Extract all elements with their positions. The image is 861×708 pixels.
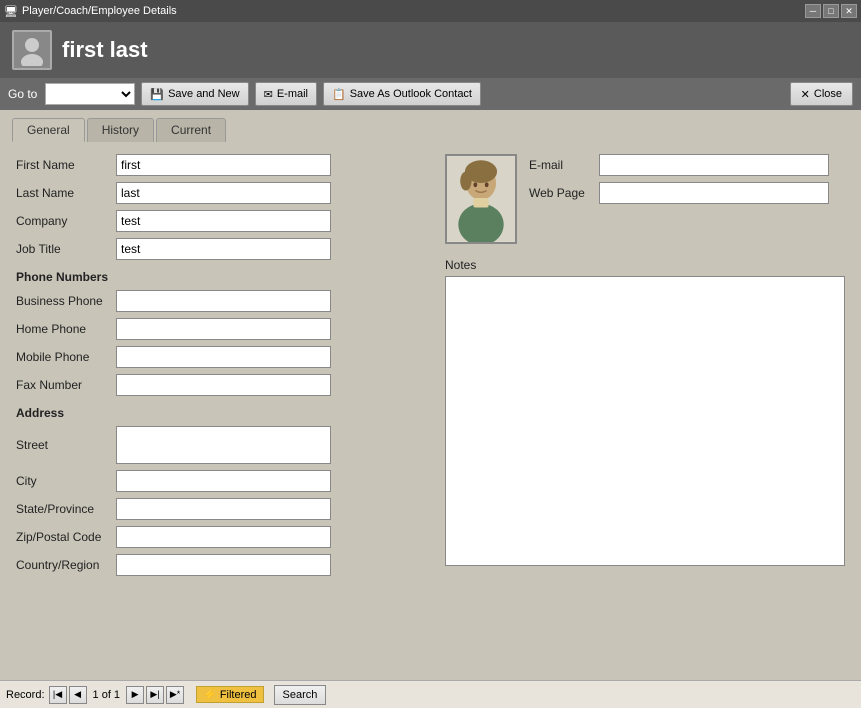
- header-title: first last: [62, 37, 148, 63]
- last-name-label: Last Name: [16, 186, 116, 200]
- webpage-row: Web Page: [529, 182, 829, 204]
- next-record-button[interactable]: ▶: [126, 686, 144, 704]
- state-province-row: State/Province: [16, 498, 429, 520]
- last-name-input[interactable]: [116, 182, 331, 204]
- notes-textarea[interactable]: [445, 276, 845, 566]
- outlook-icon: 📋: [332, 88, 346, 101]
- country-region-input[interactable]: [116, 554, 331, 576]
- right-column: E-mail Web Page Notes: [445, 154, 845, 582]
- maximize-button[interactable]: □: [823, 4, 839, 18]
- goto-label: Go to: [8, 87, 37, 101]
- home-phone-input[interactable]: [116, 318, 331, 340]
- fax-number-label: Fax Number: [16, 378, 116, 392]
- city-label: City: [16, 474, 116, 488]
- title-bar: 🖥 Player/Coach/Employee Details ─ □ ✕: [0, 0, 861, 22]
- street-label: Street: [16, 438, 116, 452]
- home-phone-row: Home Phone: [16, 318, 429, 340]
- mobile-phone-row: Mobile Phone: [16, 346, 429, 368]
- business-phone-label: Business Phone: [16, 294, 116, 308]
- save-icon: 💾: [150, 88, 164, 101]
- save-new-button[interactable]: 💾 Save and New: [141, 82, 248, 106]
- main-content: First Name Last Name Company Job Title P…: [0, 142, 861, 680]
- email-label: E-mail: [529, 158, 599, 172]
- search-button[interactable]: Search: [274, 685, 327, 705]
- app-icon: 🖥: [4, 5, 18, 18]
- first-record-button[interactable]: |◀: [49, 686, 67, 704]
- email-icon: ✉: [264, 88, 273, 101]
- close-button[interactable]: ✕ Close: [790, 82, 853, 106]
- record-position: 1 of 1: [93, 689, 121, 701]
- tab-history[interactable]: History: [87, 118, 154, 142]
- save-outlook-button[interactable]: 📋 Save As Outlook Contact: [323, 82, 481, 106]
- title-bar-controls[interactable]: ─ □ ✕: [805, 4, 857, 18]
- toolbar: Go to 💾 Save and New ✉ E-mail 📋 Save As …: [0, 78, 861, 110]
- zip-code-label: Zip/Postal Code: [16, 530, 116, 544]
- city-input[interactable]: [116, 470, 331, 492]
- email-row: E-mail: [529, 154, 829, 176]
- last-name-row: Last Name: [16, 182, 429, 204]
- country-region-row: Country/Region: [16, 554, 429, 576]
- left-column: First Name Last Name Company Job Title P…: [16, 154, 429, 582]
- form-layout: First Name Last Name Company Job Title P…: [16, 154, 845, 582]
- email-input[interactable]: [599, 154, 829, 176]
- person-header-icon: [16, 34, 48, 66]
- phone-section-header: Phone Numbers: [16, 270, 429, 284]
- business-phone-row: Business Phone: [16, 290, 429, 312]
- job-title-input[interactable]: [116, 238, 331, 260]
- job-title-row: Job Title: [16, 238, 429, 260]
- business-phone-input[interactable]: [116, 290, 331, 312]
- webpage-input[interactable]: [599, 182, 829, 204]
- street-row: Street: [16, 426, 429, 464]
- prev-record-button[interactable]: ◀: [69, 686, 87, 704]
- close-icon: ✕: [801, 88, 810, 101]
- mobile-phone-input[interactable]: [116, 346, 331, 368]
- country-region-label: Country/Region: [16, 558, 116, 572]
- tab-current[interactable]: Current: [156, 118, 226, 142]
- company-input[interactable]: [116, 210, 331, 232]
- right-top: E-mail Web Page: [445, 154, 845, 252]
- notes-label: Notes: [445, 258, 845, 272]
- first-name-label: First Name: [16, 158, 116, 172]
- title-bar-left: 🖥 Player/Coach/Employee Details: [4, 5, 177, 18]
- record-label: Record:: [6, 689, 45, 701]
- first-name-row: First Name: [16, 154, 429, 176]
- street-input[interactable]: [116, 426, 331, 464]
- job-title-label: Job Title: [16, 242, 116, 256]
- last-record-button[interactable]: ▶|: [146, 686, 164, 704]
- home-phone-label: Home Phone: [16, 322, 116, 336]
- company-row: Company: [16, 210, 429, 232]
- city-row: City: [16, 470, 429, 492]
- email-webpage-fields: E-mail Web Page: [529, 154, 829, 252]
- state-province-input[interactable]: [116, 498, 331, 520]
- filtered-badge: ⚡ Filtered: [196, 686, 263, 703]
- new-record-button[interactable]: ▶*: [166, 686, 184, 704]
- email-button[interactable]: ✉ E-mail: [255, 82, 317, 106]
- header-icon: [12, 30, 52, 70]
- fax-number-row: Fax Number: [16, 374, 429, 396]
- mobile-phone-label: Mobile Phone: [16, 350, 116, 364]
- state-province-label: State/Province: [16, 502, 116, 516]
- status-bar: Record: |◀ ◀ 1 of 1 ▶ ▶| ▶* ⚡ Filtered S…: [0, 680, 861, 708]
- tabs-container: General History Current: [0, 110, 861, 142]
- webpage-label: Web Page: [529, 186, 599, 200]
- address-section-header: Address: [16, 406, 429, 420]
- zip-code-input[interactable]: [116, 526, 331, 548]
- company-label: Company: [16, 214, 116, 228]
- fax-number-input[interactable]: [116, 374, 331, 396]
- zip-code-row: Zip/Postal Code: [16, 526, 429, 548]
- contact-photo: [447, 156, 515, 242]
- record-navigation: |◀ ◀ 1 of 1 ▶ ▶| ▶*: [49, 686, 185, 704]
- goto-select[interactable]: [45, 83, 135, 105]
- header: first last: [0, 22, 861, 78]
- close-titlebar-button[interactable]: ✕: [841, 4, 857, 18]
- title-bar-text: Player/Coach/Employee Details: [22, 5, 177, 17]
- minimize-button[interactable]: ─: [805, 4, 821, 18]
- first-name-input[interactable]: [116, 154, 331, 176]
- photo-box: [445, 154, 517, 244]
- tab-general[interactable]: General: [12, 118, 85, 142]
- filter-icon: ⚡: [203, 689, 217, 701]
